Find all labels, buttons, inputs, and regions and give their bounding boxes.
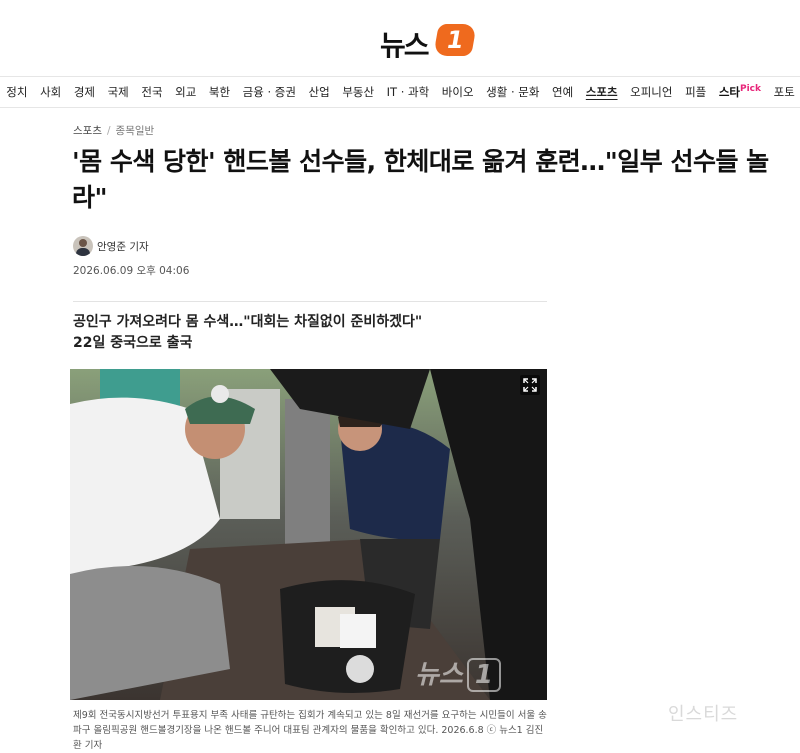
reporter-name[interactable]: 안영준 기자	[97, 239, 149, 254]
nav-item-society[interactable]: 사회	[34, 84, 68, 100]
article-headline: '몸 수색 당한' 핸드볼 선수들, 한체대로 옮겨 훈련…"일부 선수들 놀라…	[72, 147, 769, 212]
nav-item-sports[interactable]: 스포츠	[580, 84, 624, 100]
photo-scene	[70, 369, 547, 700]
breadcrumb-section[interactable]: 스포츠	[73, 125, 102, 137]
site-header: 뉴스 1	[0, 10, 800, 62]
article-photo[interactable]: 뉴스 1	[70, 369, 547, 700]
photo-watermark-text: 뉴스	[415, 660, 463, 690]
nav-item-it-science[interactable]: IT · 과학	[380, 84, 435, 100]
category-nav: 정치 사회 경제 국제 전국 외교 북한 금융 · 증권 산업 부동산 IT ·…	[0, 76, 800, 108]
nav-item-real-estate[interactable]: 부동산	[336, 84, 380, 100]
nav-item-industry[interactable]: 산업	[302, 84, 336, 100]
nav-item-entertainment[interactable]: 연예	[546, 84, 580, 100]
photo-watermark: 뉴스 1	[415, 654, 501, 692]
nav-item-north-korea[interactable]: 북한	[203, 84, 237, 100]
nav-item-opinion[interactable]: 오피니언	[624, 84, 679, 100]
subhead-line-2: 22일 중국으로 출국	[73, 335, 193, 351]
breadcrumb-subsection[interactable]: 종목일반	[116, 125, 155, 137]
nav-item-photo[interactable]: 포토	[767, 84, 800, 100]
nav-item-diplomacy[interactable]: 외교	[169, 84, 203, 100]
star-label: 스타	[718, 85, 740, 99]
nav-item-politics[interactable]: 정치	[0, 84, 34, 100]
breadcrumb: 스포츠 / 종목일반	[73, 123, 154, 138]
article-subhead: 공인구 가져오려다 몸 수색…"대회는 차질없이 준비하겠다" 22일 중국으로…	[73, 312, 547, 354]
breadcrumb-separator: /	[106, 125, 111, 137]
page-watermark: 인스티즈	[668, 704, 739, 725]
divider	[73, 301, 547, 302]
expand-icon	[523, 378, 537, 392]
nav-item-people[interactable]: 피플	[679, 84, 713, 100]
nav-item-economy[interactable]: 경제	[68, 84, 102, 100]
star-suffix: Pick	[740, 84, 762, 95]
reporter-avatar[interactable]	[73, 236, 93, 256]
logo-text[interactable]: 뉴스	[380, 24, 430, 64]
nav-item-star-pick[interactable]: 스타Pick	[713, 84, 768, 100]
logo-badge[interactable]: 1	[433, 24, 477, 56]
nav-item-national[interactable]: 전국	[135, 84, 169, 100]
photo-watermark-badge: 1	[466, 658, 501, 692]
expand-photo-button[interactable]	[520, 375, 540, 395]
publish-datetime: 2026.06.09 오후 04:06	[73, 265, 190, 277]
byline: 안영준 기자	[73, 236, 149, 256]
nav-item-bio[interactable]: 바이오	[436, 84, 480, 100]
nav-item-life-culture[interactable]: 생활 · 문화	[480, 84, 546, 100]
photo-caption: 제9회 전국동시지방선거 투표용지 부족 사태를 규탄하는 집회가 계속되고 있…	[73, 710, 547, 751]
nav-item-finance[interactable]: 금융 · 증권	[236, 84, 302, 100]
nav-item-international[interactable]: 국제	[101, 84, 135, 100]
subhead-line-1: 공인구 가져오려다 몸 수색…"대회는 차질없이 준비하겠다"	[73, 314, 423, 330]
